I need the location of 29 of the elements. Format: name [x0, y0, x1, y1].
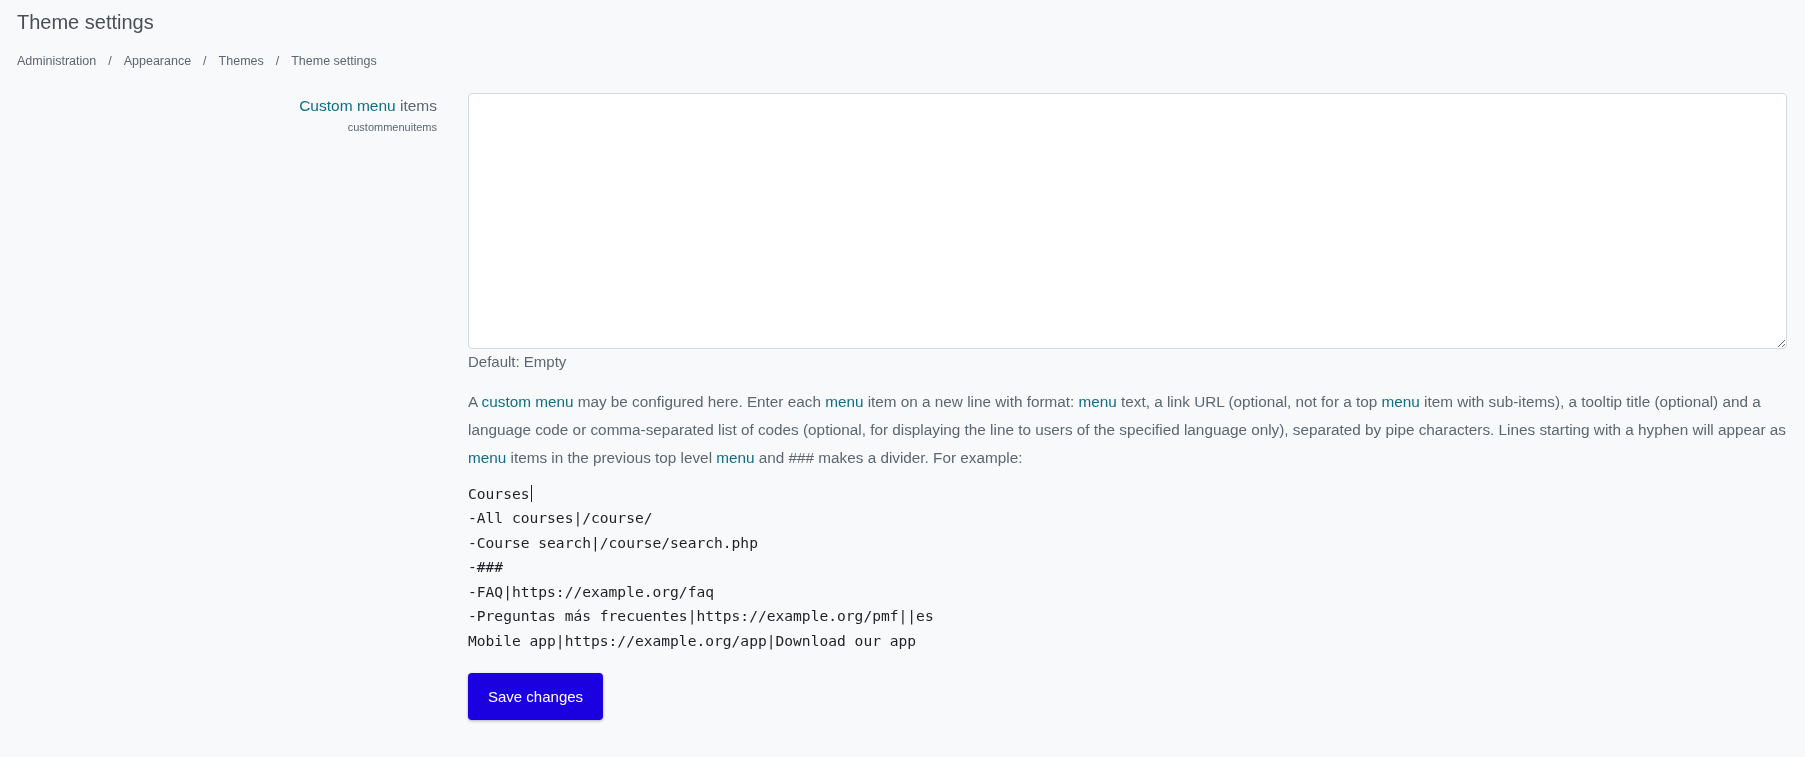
breadcrumb-link[interactable]: Themes	[218, 54, 264, 68]
setting-name: custommenuitems	[347, 121, 437, 133]
menu-items-textarea[interactable]	[468, 93, 1787, 349]
example-line: Mobile app|https://example.org/app|Download our app	[468, 631, 917, 649]
breadcrumb-link[interactable]: Theme settings	[291, 54, 377, 68]
glossary-link[interactable]: menu	[468, 449, 507, 466]
example-line: -FAQ|https://example.org/faq	[468, 582, 714, 600]
text-cursor	[530, 484, 532, 502]
breadcrumb-separator: /	[203, 54, 207, 68]
breadcrumb-separator: /	[108, 54, 112, 68]
glossary-link[interactable]: menu	[1381, 393, 1420, 410]
glossary-link[interactable]: menu	[1078, 393, 1117, 410]
breadcrumb-separator: /	[275, 54, 280, 68]
glossary-link[interactable]: Custom menu	[299, 97, 396, 114]
example-line: Courses	[468, 484, 530, 502]
default-value: Default: Empty	[468, 353, 568, 370]
glossary-link[interactable]: custom menu	[481, 393, 574, 410]
example-line: -###	[468, 558, 504, 576]
breadcrumb-link[interactable]: Appearance	[123, 54, 192, 68]
setting-label: Custom menu items	[299, 96, 437, 115]
example-line: -Preguntas más frecuentes|https://example.org/pmf||es	[468, 607, 934, 625]
page-title: Theme settings	[16, 10, 155, 34]
save-button[interactable]: Save changes	[468, 672, 604, 720]
example-line: -All courses|/course/	[468, 509, 653, 527]
setting-description: A custom menu may be configured here. Enter each menu item on a new line with format: menu text, a link URL (optional, not for a top menu item with sub-items), a tooltip title (optional) and a language code or comma-separated list of codes (optional, for displaying the line to users of the specified language only), separated by pipe characters. Lines starting with a hyphen will appear as menu items in the previous top level menu and ### makes a divider. For example:	[468, 392, 1787, 468]
glossary-link[interactable]: menu	[716, 449, 755, 466]
breadcrumb-link[interactable]: Administration	[17, 54, 97, 68]
example-line: -Course search|/course/search.php	[468, 533, 758, 551]
glossary-link[interactable]: menu	[825, 393, 864, 410]
